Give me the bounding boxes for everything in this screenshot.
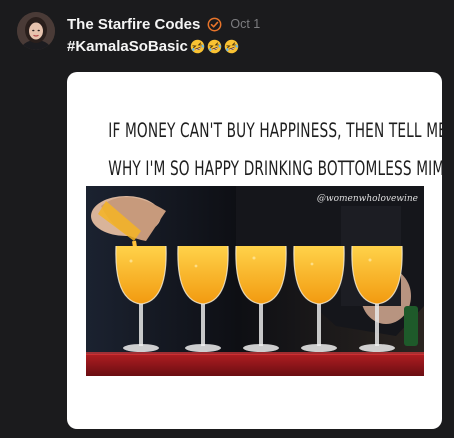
- rolling-laughing-emoji-icon: [207, 39, 222, 54]
- hashtag-link[interactable]: #KamalaSoBasic: [67, 38, 188, 55]
- check-circle-icon: [207, 17, 222, 32]
- attached-image[interactable]: IF MONEY CAN'T BUY HAPPINESS, THEN TELL …: [67, 72, 442, 429]
- post: The Starfire Codes Oct 1 #KamalaSoBasic: [0, 0, 454, 438]
- post-header: The Starfire Codes Oct 1: [67, 14, 260, 34]
- author-name[interactable]: The Starfire Codes: [67, 16, 200, 33]
- mimosa-photo: @womenwholovewine: [86, 186, 424, 376]
- post-text: #KamalaSoBasic: [67, 38, 239, 55]
- meme-caption-line-2: WHY I'M SO HAPPY DRINKING BOTTOMLESS MIM…: [108, 157, 442, 180]
- image-watermark: @womenwholovewine: [316, 194, 418, 204]
- post-date[interactable]: Oct 1: [230, 17, 260, 31]
- avatar[interactable]: [17, 12, 55, 50]
- rolling-laughing-emoji-icon: [190, 39, 205, 54]
- rolling-laughing-emoji-icon: [224, 39, 239, 54]
- meme-caption-line-1: IF MONEY CAN'T BUY HAPPINESS, THEN TELL …: [108, 119, 442, 142]
